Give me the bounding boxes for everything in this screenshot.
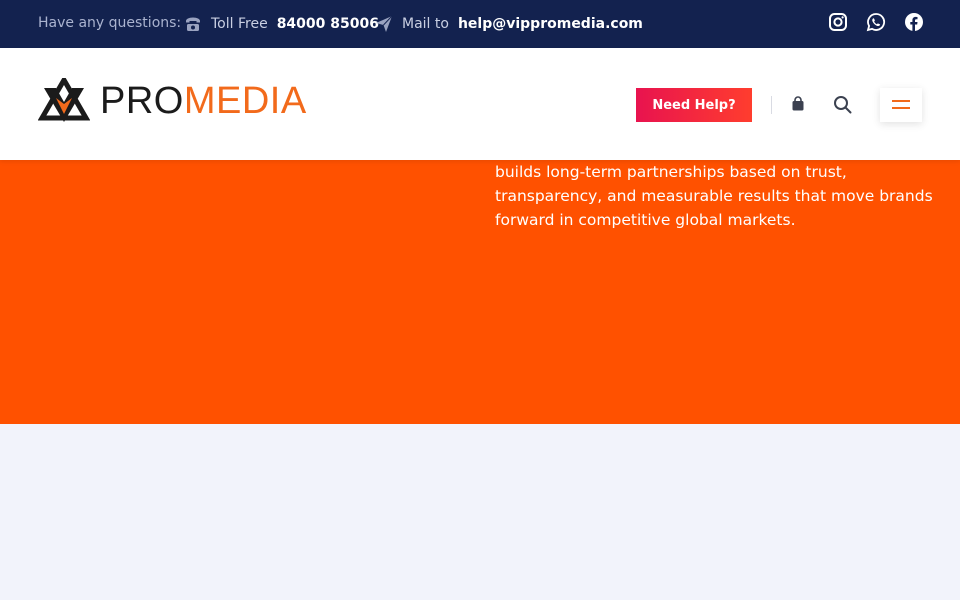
- logo-wordmark: PROMEDIA: [100, 78, 307, 124]
- hero-description-text: builds long-term partnerships based on t…: [495, 163, 933, 229]
- phone-icon: [184, 15, 202, 33]
- toll-free-contact[interactable]: Toll Free 84000 85006: [184, 15, 379, 33]
- logo-mark-icon: [38, 78, 90, 122]
- header-divider: [771, 96, 772, 114]
- mail-label: Mail to: [402, 16, 449, 32]
- search-icon[interactable]: [833, 95, 852, 114]
- logo-text-media: MEDIA: [183, 80, 307, 122]
- hamburger-menu-button[interactable]: [880, 88, 922, 122]
- need-help-button[interactable]: Need Help?: [636, 88, 752, 122]
- hamburger-line-bottom: [892, 107, 910, 109]
- toll-free-number[interactable]: 84000 85006: [277, 16, 379, 32]
- promedia-logo[interactable]: PROMEDIA: [38, 78, 307, 124]
- top-info-bar: Have any questions: Toll Free 84000 8500…: [0, 0, 960, 48]
- mail-contact[interactable]: Mail to help@vippromedia.com: [375, 15, 643, 33]
- logo-text-pro: PRO: [100, 80, 184, 122]
- whatsapp-icon[interactable]: [866, 12, 886, 32]
- instagram-icon[interactable]: [828, 12, 848, 32]
- mail-address-link[interactable]: help@vippromedia.com: [458, 16, 643, 32]
- paper-plane-icon: [375, 15, 393, 33]
- shopping-bag-icon[interactable]: [790, 96, 806, 112]
- facebook-icon[interactable]: [904, 12, 924, 32]
- orange-hero-band: builds long-term partnerships based on t…: [0, 160, 960, 424]
- social-links: [828, 12, 924, 32]
- toll-free-label: Toll Free: [211, 16, 268, 32]
- questions-label: Have any questions:: [38, 15, 182, 31]
- hamburger-line-top: [892, 100, 910, 102]
- site-header: PROMEDIA Need Help?: [0, 48, 960, 160]
